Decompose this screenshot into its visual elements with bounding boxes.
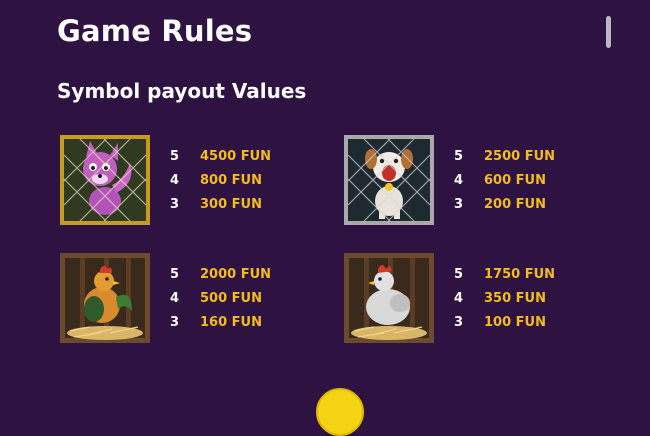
payout-value: 2000 FUN	[200, 267, 272, 282]
payout-count: 5	[170, 149, 180, 164]
payout-value: 4500 FUN	[200, 149, 272, 164]
payout-count: 5	[170, 267, 180, 282]
symbol-dog: 5 2500 FUN 4 600 FUN 3 200 FUN	[344, 135, 644, 230]
payout-row: 5 2500 FUN	[454, 149, 634, 173]
payout-list: 5 2000 FUN 4 500 FUN 3 160 FUN	[170, 267, 350, 339]
payout-row: 4 350 FUN	[454, 291, 634, 315]
scrollbar[interactable]	[606, 16, 611, 48]
payout-row: 5 4500 FUN	[170, 149, 350, 173]
payout-row: 4 800 FUN	[170, 173, 350, 197]
payout-value: 300 FUN	[200, 197, 262, 212]
payout-count: 3	[170, 197, 180, 212]
payout-value: 500 FUN	[200, 291, 262, 306]
page-title: Game Rules	[57, 14, 253, 48]
payout-list: 5 4500 FUN 4 800 FUN 3 300 FUN	[170, 149, 350, 221]
fox-icon	[60, 135, 150, 225]
payout-row: 3 160 FUN	[170, 315, 350, 339]
payout-value: 100 FUN	[484, 315, 546, 330]
section-title: Symbol payout Values	[57, 79, 307, 103]
hen-icon	[344, 253, 434, 343]
payout-row: 4 600 FUN	[454, 173, 634, 197]
payout-count: 4	[454, 291, 464, 306]
dog-icon	[344, 135, 434, 225]
payout-count: 4	[170, 291, 180, 306]
payout-row: 3 200 FUN	[454, 197, 634, 221]
payout-row: 3 100 FUN	[454, 315, 634, 339]
payout-row: 5 2000 FUN	[170, 267, 350, 291]
payout-count: 3	[454, 197, 464, 212]
coin-button[interactable]	[316, 388, 364, 436]
payout-value: 350 FUN	[484, 291, 546, 306]
payout-count: 4	[454, 173, 464, 188]
payout-row: 5 1750 FUN	[454, 267, 634, 291]
payout-value: 1750 FUN	[484, 267, 556, 282]
payout-value: 800 FUN	[200, 173, 262, 188]
symbol-hen: 5 1750 FUN 4 350 FUN 3 100 FUN	[344, 253, 644, 348]
payout-count: 5	[454, 267, 464, 282]
payout-value: 200 FUN	[484, 197, 546, 212]
payout-count: 3	[454, 315, 464, 330]
symbol-rooster: 5 2000 FUN 4 500 FUN 3 160 FUN	[60, 253, 360, 348]
payout-value: 2500 FUN	[484, 149, 556, 164]
payout-value: 160 FUN	[200, 315, 262, 330]
payout-count: 4	[170, 173, 180, 188]
payout-value: 600 FUN	[484, 173, 546, 188]
payout-row: 3 300 FUN	[170, 197, 350, 221]
payout-list: 5 1750 FUN 4 350 FUN 3 100 FUN	[454, 267, 634, 339]
payout-row: 4 500 FUN	[170, 291, 350, 315]
rooster-icon	[60, 253, 150, 343]
payout-count: 5	[454, 149, 464, 164]
symbol-fox: 5 4500 FUN 4 800 FUN 3 300 FUN	[60, 135, 360, 230]
payout-list: 5 2500 FUN 4 600 FUN 3 200 FUN	[454, 149, 634, 221]
payout-count: 3	[170, 315, 180, 330]
